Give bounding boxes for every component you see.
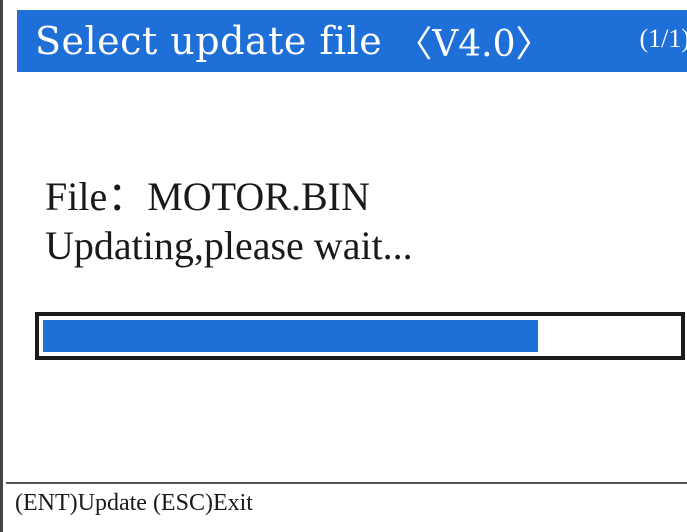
footer-divider	[6, 482, 687, 484]
progress-track-inner	[43, 320, 677, 352]
device-screen: Select update file 〈V4.0〉 (1/1) File：MOT…	[0, 0, 687, 532]
progress-fill	[43, 320, 538, 352]
page-indicator: (1/1)	[639, 24, 687, 53]
key-hint-footer: (ENT)Update (ESC)Exit	[15, 490, 253, 516]
title-bar: Select update file 〈V4.0〉 (1/1)	[17, 10, 687, 72]
version-label: 〈V4.0〉	[396, 24, 552, 65]
update-panel: File：MOTOR.BIN Updating,please wait...	[17, 72, 687, 482]
update-progress-bar	[35, 312, 685, 360]
update-status-text: Updating,please wait...	[45, 223, 413, 268]
file-name-label: File：MOTOR.BIN	[45, 174, 370, 219]
page-title: Select update file	[35, 19, 383, 63]
